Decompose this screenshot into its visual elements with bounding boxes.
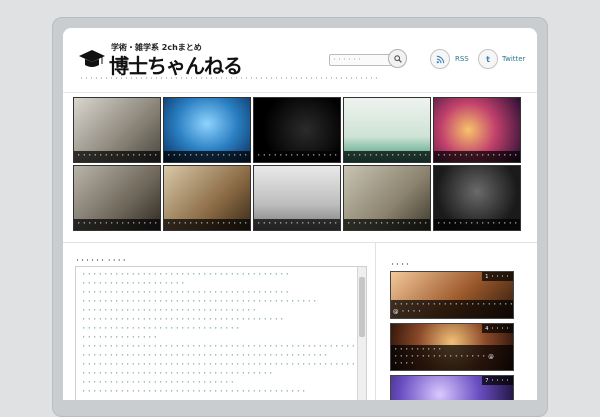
list-item[interactable]: ・・・・・・・・・・・・・・・・・・・・・・・・・・・・・・・・・・・・・・ (76, 271, 359, 280)
list-item[interactable]: ・・・・・・・・・・・・・・ (76, 334, 359, 343)
featured-tile[interactable]: ・・・・・・・・・・・・・・・・・・・・・・・・ (433, 165, 521, 231)
featured-tile-caption[interactable]: ・・・・・・・・・・・・・・・・・・・・・・・ (434, 151, 520, 162)
rss-label[interactable]: RSS (455, 55, 469, 63)
list-item[interactable]: ・・・・・・・・・・・・・・・・・・・・・・・・・・・・・・・・・・・・・・・・… (76, 298, 359, 307)
popular-tile[interactable]: 1 ・・・・・・・・・・・・・・・・・・・・・・・・・・・・・・・・・・・・ @… (390, 271, 514, 319)
featured-tile[interactable]: ・・・・・・・・・・・・・・・・・・・・・・・・・・・・ (253, 97, 341, 163)
search-input[interactable]: ・・・・・・ (329, 54, 397, 66)
popular-rank-badge: 1 ・・・・ (482, 272, 513, 281)
featured-tile-caption[interactable]: ・・・・・・・・・・・・・・・・・・・・・・・・・・・・ (254, 219, 340, 230)
featured-tile-caption[interactable]: ・・・・・・・・・・・・・・・・・・・・・・ (344, 219, 430, 230)
list-item[interactable]: ・・・・・・・・・・・・・・・・・・・・・・・・・・・・・・・・・・・・・・・・… (76, 388, 359, 397)
search-button[interactable] (388, 49, 407, 68)
featured-tile-caption[interactable]: ・・・・・・・・・・・・・・・・・・・・ (74, 219, 160, 230)
list-item[interactable]: ・・・・・・・・・・・・・・・・・・・・・・・・・・・・・・・・・・・・・・・・… (76, 343, 359, 352)
popular-tile-caption[interactable]: ・・・・・・・・・ ・・・・・・・・・・・・・・・・・ @ ・・・・ (391, 345, 513, 370)
scrollbar-thumb[interactable] (359, 277, 365, 337)
featured-tile-caption[interactable]: ・・・・・・・・・・・・・・・・・・・・・・・・・・・・ (254, 151, 340, 162)
graduation-cap-icon (79, 50, 105, 67)
popular-tile-caption[interactable]: ・・・・・・・・・・・・・・・・・・・・・・・・・・・・・・・・ @ ・・・・ (391, 300, 513, 318)
list-item[interactable]: ・・・・・・・・・・・・・・・・・・・・・・・・・・・・・・・・・・・・・・・・… (76, 361, 359, 370)
featured-grid: ・・・・・・・・・・・・・・・ ・・・・・・・・・・・・・・・ ・・・・・・・・・・… (73, 97, 523, 234)
header-divider (63, 92, 537, 93)
sidebar-title: ・・・・ (390, 262, 411, 268)
list-item[interactable]: ・・・・・・・・・・・・・・・・・・・・・・・・・・・・・・・・・・・・・・ (76, 289, 359, 298)
list-item[interactable]: ・・・・・・・・・・・・・・・・・・・・・・・・・・・・・ (76, 325, 359, 334)
sidebar-divider (375, 243, 376, 400)
popular-tile[interactable]: 4 ・・・・・・・・・・・・・ ・・・・・・・・・・・・・・・・・ @ ・・・・ (390, 323, 514, 371)
list-scrollbar[interactable] (357, 267, 366, 400)
list-item[interactable]: ・・・・・・・・・・・・・・・・・・・・・・・・・・・・・・・・・・・ (76, 370, 359, 379)
page: 学術・雑学系 2chまとめ 博士ちゃんねる ・・・・・・・・・・・・・・・・・・… (63, 28, 537, 400)
twitter-button[interactable]: t (478, 49, 498, 69)
popular-rank-badge: 7 ・・・・ (482, 376, 513, 385)
site-tagline: ・・・・・・・・・・・・・・・・・・・・・・・・・・・・・・・・・・・・・・・・… (79, 76, 379, 82)
featured-tile-caption[interactable]: ・・・・・・・・・・・・・・・・・・・・・・・・ (164, 151, 250, 162)
featured-tile[interactable]: ・・・・・・・・・・・・・・・・・・・・ (73, 97, 161, 163)
list-item[interactable]: ・・・・・・・・・・・・・・・・・・・・・・・・・・・・・・・・ (76, 307, 359, 316)
site-header: 学術・雑学系 2chまとめ 博士ちゃんねる ・・・・・・・・・・・・・・・・・・… (63, 28, 537, 92)
list-item[interactable]: ・・・・・・・・・・・・・・・・・・・・・・・・・・・・・・・・・・・・・・・・… (76, 352, 359, 361)
content-divider (63, 242, 537, 243)
list-item[interactable]: ・・・・・・・・・・・・・・・・・・・・・・・・・・・・ (76, 379, 359, 388)
featured-tile-caption[interactable]: ・・・・・・・・・・・・・・・・・・・・・ (344, 151, 430, 162)
rss-icon (436, 55, 444, 63)
featured-tile[interactable]: ・・・・・・・・・・・・・・・・・・・・・・・ (433, 97, 521, 163)
rss-button[interactable] (430, 49, 450, 69)
featured-tile[interactable]: ・・・・・・・・・・・・・・・・・・・・・・・・・・ (163, 165, 251, 231)
featured-tile[interactable]: ・・・・・・・・・・・・・・・・・・・・・ (343, 97, 431, 163)
featured-tile[interactable]: ・・・・・・・・・・・・・・・・・・・・・・・・・・・・ (253, 165, 341, 231)
popular-tile[interactable]: 7 ・・・・・・・・・・・・・・・・・・・・・・・・・・・・・・・・ (390, 375, 514, 400)
twitter-icon: t (486, 54, 490, 64)
featured-tile-caption[interactable]: ・・・・・・・・・・・・・・・・・・・・・・・・ (434, 219, 520, 230)
list-item[interactable]: ・・・・・・・・・・・・・・・・・・・・・・・・・・・・・・・・・・・・・ (76, 316, 359, 325)
featured-tile-caption[interactable]: ・・・・・・・・・・・・・・・・・・・・ (74, 151, 160, 162)
featured-tile[interactable]: ・・・・・・・・・・・・・・・・・・・・ (73, 165, 161, 231)
search-icon (393, 54, 402, 63)
featured-tile[interactable]: ・・・・・・・・・・・・・・・・・・・・・・ (343, 165, 431, 231)
latest-list-title: ・・・・・・ ・・・・ (75, 258, 127, 264)
latest-list: ・・・・・・・・・・・・・・・・・・・・・・・・・・・・・・・・・・・・・・ ・・… (75, 266, 367, 400)
featured-tile[interactable]: ・・・・・・・・・・・・・・・・・・・・・・・・ (163, 97, 251, 163)
featured-tile-caption[interactable]: ・・・・・・・・・・・・・・・・・・・・・・・・・・ (164, 219, 250, 230)
popular-rank-badge: 4 ・・・・ (482, 324, 513, 333)
twitter-label[interactable]: Twitter (502, 55, 525, 63)
list-item[interactable]: ・・・・・・・・・・・・・・・・・・・ (76, 280, 359, 289)
